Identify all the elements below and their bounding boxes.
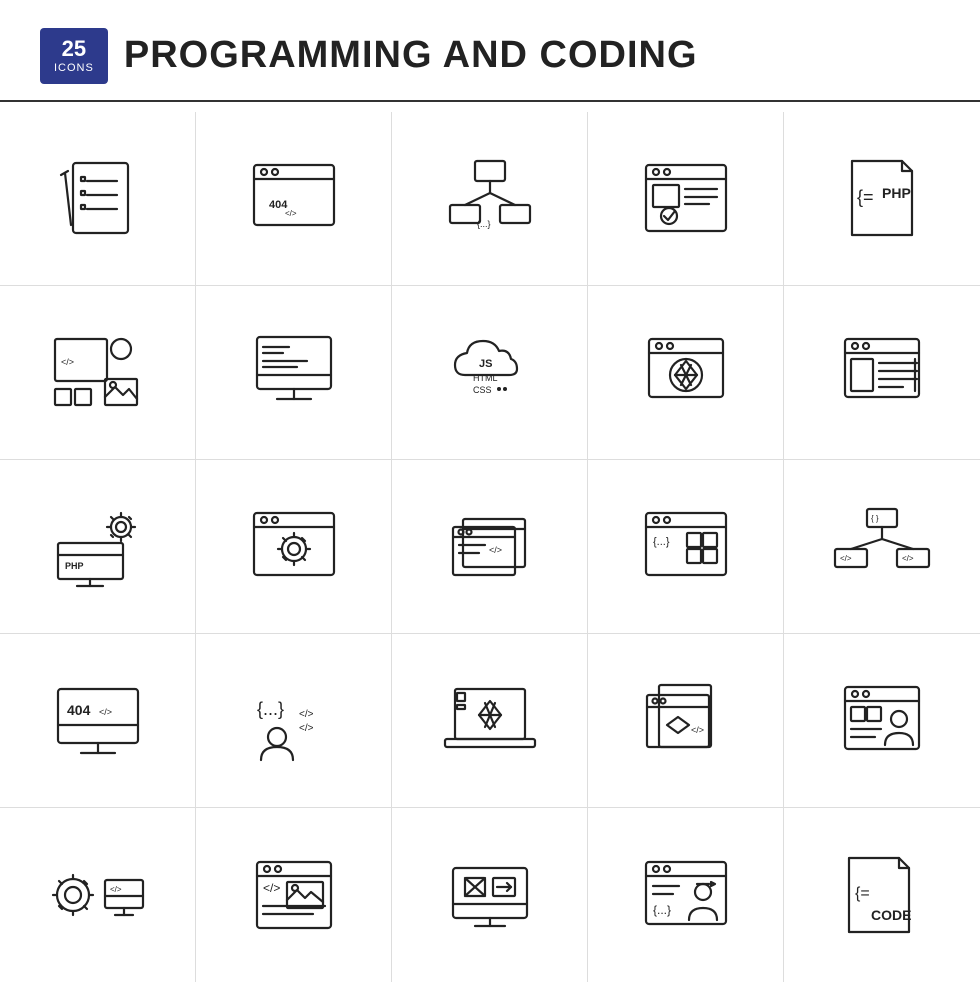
icon-cell-php-file: {= PHP <box>784 112 980 286</box>
svg-text:JS: JS <box>479 358 492 370</box>
svg-text:</>: </> <box>299 709 314 720</box>
svg-text:</>: </> <box>840 554 852 563</box>
icon-grid: 404 </> {...} <box>0 112 980 982</box>
svg-text:{...}: {...} <box>257 699 284 719</box>
icon-cell-checklist-pencil <box>0 112 196 286</box>
icon-cell-browser-layers: </> <box>392 460 588 634</box>
icon-cell-network-diagram: {...} <box>392 112 588 286</box>
svg-text:</>: </> <box>263 881 280 895</box>
svg-text:{...}: {...} <box>653 903 671 917</box>
svg-text:</>: </> <box>299 723 314 734</box>
svg-text:{...}: {...} <box>653 536 670 548</box>
icon-cell-browser-person-pencil: {...} <box>588 808 784 982</box>
icon-cell-code-file: {= CODE <box>784 808 980 982</box>
icon-cell-browser-diamond-code: </> <box>588 634 784 808</box>
svg-text:</>: </> <box>61 357 74 367</box>
page-title: PROGRAMMING AND CODING <box>124 34 698 77</box>
icon-cell-browser-user <box>784 634 980 808</box>
icon-cell-php-monitor-gear: PHP <box>0 460 196 634</box>
icon-cell-browser-curly-grid: {...} <box>588 460 784 634</box>
svg-text:</>: </> <box>902 554 914 563</box>
svg-text:HTML: HTML <box>473 373 498 383</box>
svg-text:</>: </> <box>285 209 297 218</box>
page-header: 25 ICONS PROGRAMMING AND CODING <box>0 0 980 102</box>
icon-cell-browser-gear <box>196 460 392 634</box>
icon-cell-browser-content: </> <box>196 808 392 982</box>
badge-sub: ICONS <box>54 62 94 75</box>
icon-cell-responsive-design: </> <box>0 286 196 460</box>
icon-cell-settings-code-monitor: </> <box>0 808 196 982</box>
icon-count-badge: 25 ICONS <box>40 28 108 84</box>
svg-text:{...}: {...} <box>477 219 491 229</box>
svg-text:CODE: CODE <box>871 907 911 923</box>
svg-text:</>: </> <box>489 545 502 555</box>
svg-text:PHP: PHP <box>65 561 84 571</box>
svg-text:{=: {= <box>855 885 870 902</box>
icon-cell-monitor-cross-arrow <box>392 808 588 982</box>
icon-cell-browser-layout <box>784 286 980 460</box>
svg-text:CSS: CSS <box>473 385 492 395</box>
icon-cell-webpage-checkmark <box>588 112 784 286</box>
icon-cell-browser-diamond <box>588 286 784 460</box>
badge-number: 25 <box>62 36 86 61</box>
svg-text:</>: </> <box>99 707 112 717</box>
svg-text:{=: {= <box>857 187 874 207</box>
icon-cell-developer-code: {...} </> </> <box>196 634 392 808</box>
icon-cell-monitor-code <box>196 286 392 460</box>
icon-cell-browser-404: 404 </> <box>196 112 392 286</box>
svg-text:404: 404 <box>67 702 91 718</box>
svg-text:</>: </> <box>691 725 704 735</box>
svg-text:{ }: { } <box>871 514 879 523</box>
icon-cell-cloud-js-html-css: JS HTML CSS <box>392 286 588 460</box>
icon-cell-laptop-diamond <box>392 634 588 808</box>
icon-cell-monitor-404: 404 </> <box>0 634 196 808</box>
svg-text:</>: </> <box>110 885 122 894</box>
svg-text:PHP: PHP <box>882 185 911 201</box>
icon-cell-hierarchy-code: </> </> { } <box>784 460 980 634</box>
